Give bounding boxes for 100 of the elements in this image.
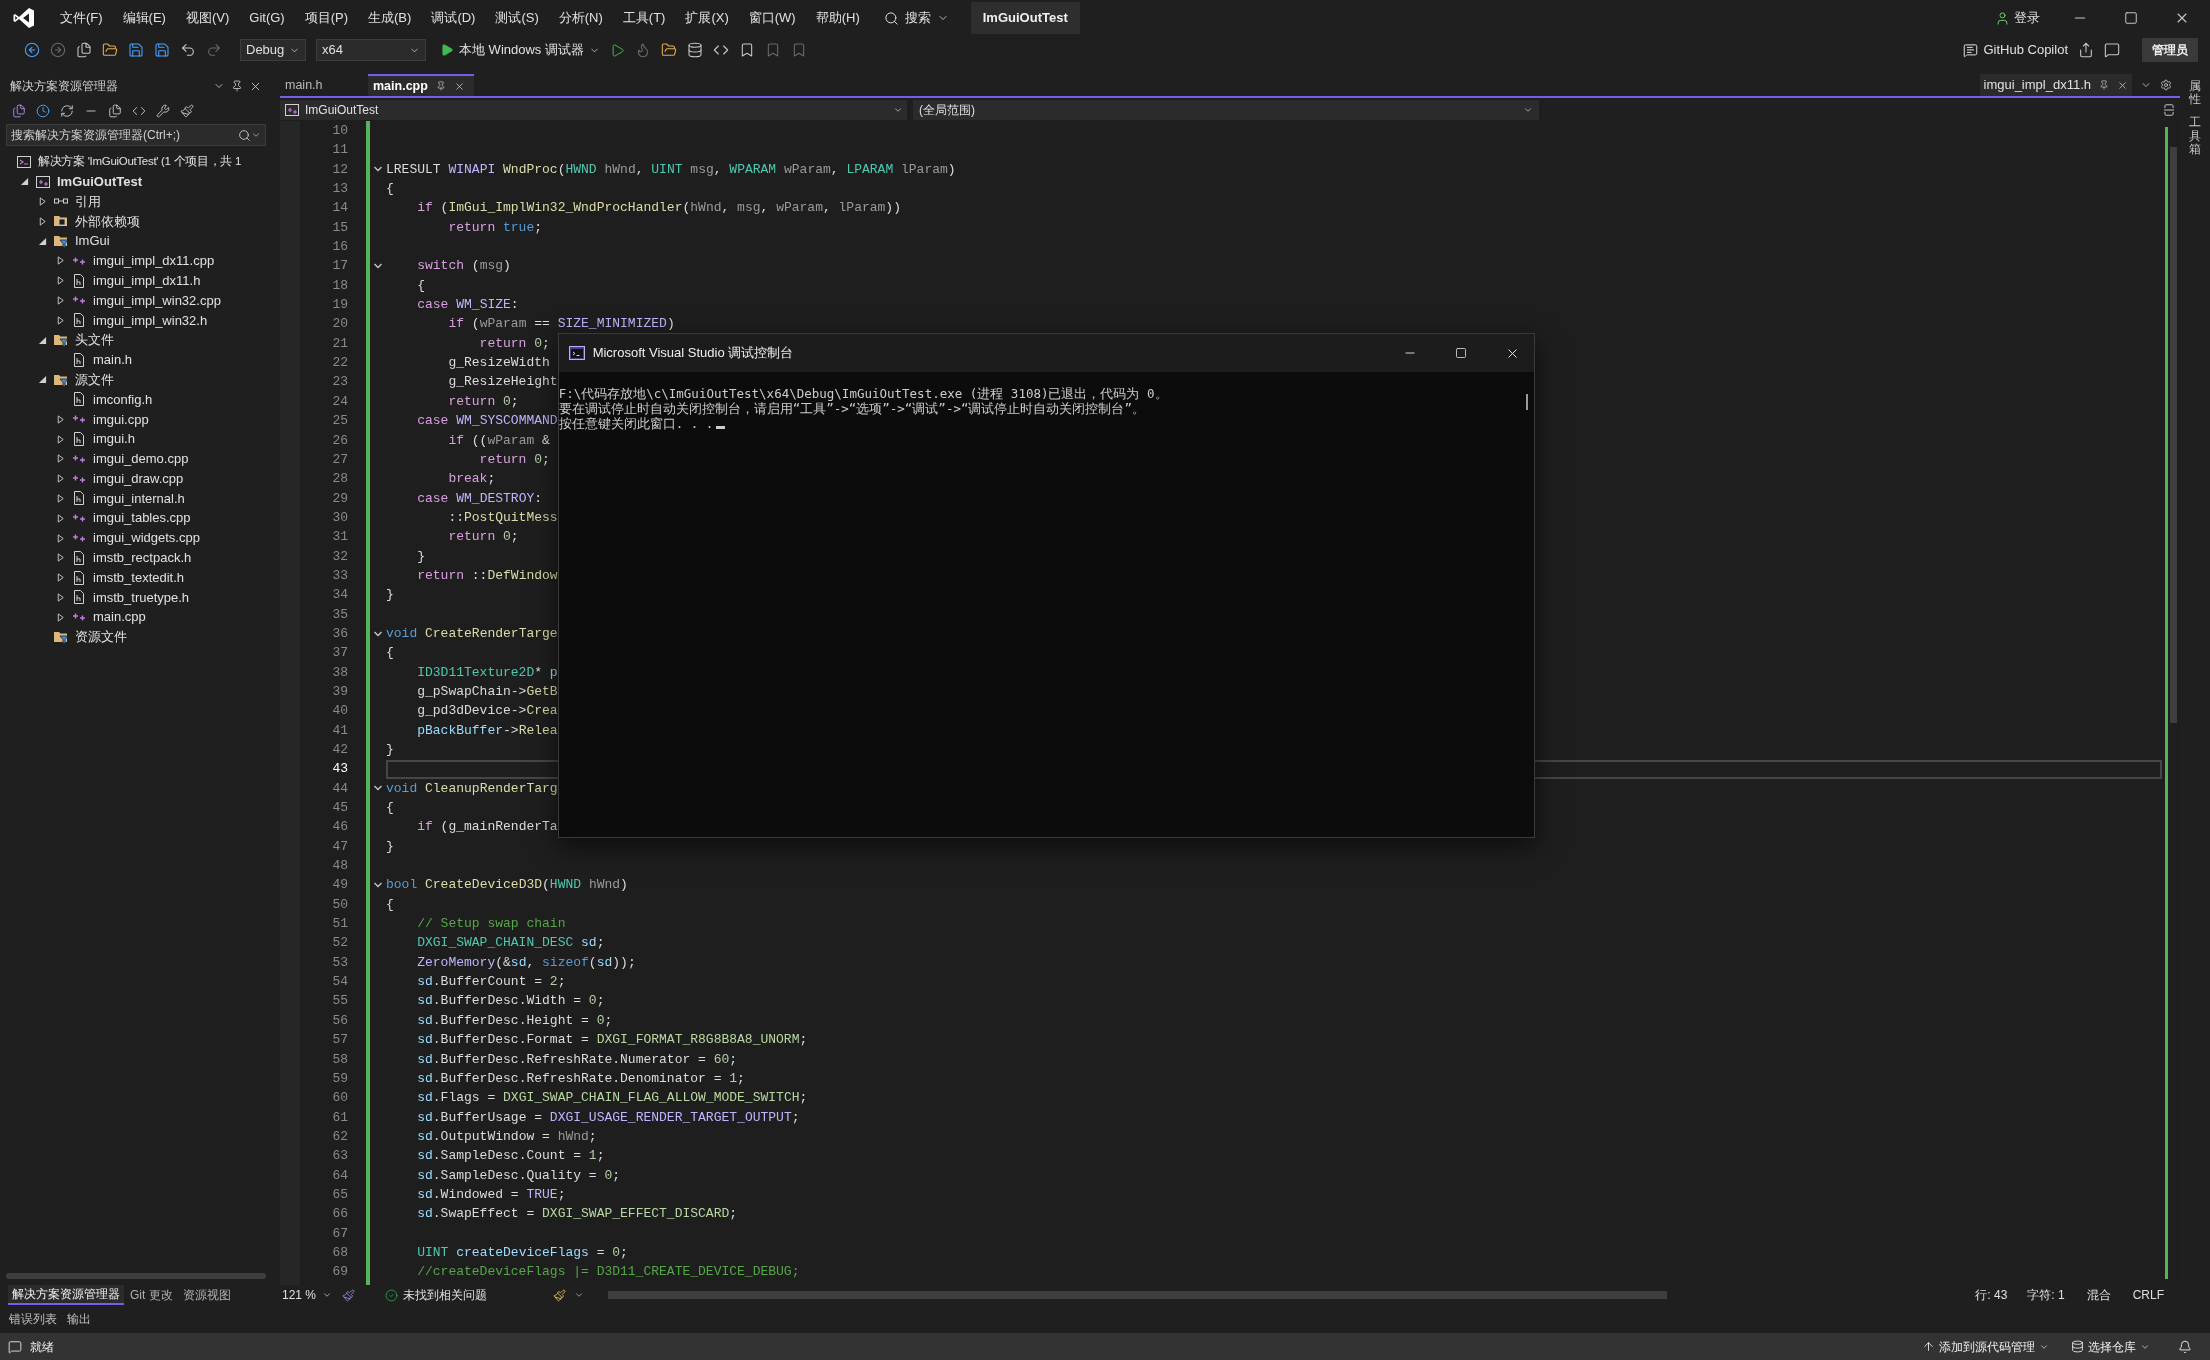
menu-item[interactable]: 测试(S) (487, 4, 547, 32)
collapsed-arrow-icon[interactable] (55, 276, 65, 286)
tree-item[interactable]: ImGuiOutTest (57, 171, 142, 192)
properties-icon[interactable] (156, 104, 170, 118)
menu-item[interactable]: 项目(P) (296, 4, 357, 32)
panel-tab[interactable]: 输出 (64, 1310, 94, 1328)
tree-item[interactable]: 外部依赖项 (75, 211, 140, 232)
code-icon[interactable] (132, 104, 146, 118)
issues-indicator[interactable]: 未找到相关问题 (385, 1286, 545, 1304)
open-folder-icon[interactable] (102, 42, 118, 58)
line-ending-indicator[interactable]: CRLF (2132, 1286, 2164, 1304)
collapsed-arrow-icon[interactable] (55, 612, 65, 622)
run-icon[interactable] (609, 42, 625, 58)
collapsed-arrow-icon[interactable] (55, 553, 65, 563)
collapsed-arrow-icon[interactable] (55, 573, 65, 583)
brush-icon[interactable] (342, 1288, 355, 1302)
admin-button[interactable]: 管理员 (2142, 38, 2198, 62)
expanded-arrow-icon[interactable] (37, 375, 47, 385)
platform-dropdown[interactable]: x64 (316, 39, 426, 61)
folder-icon[interactable] (660, 42, 677, 58)
tree-item[interactable]: imstb_truetype.h (93, 587, 190, 608)
notifications-icon[interactable] (2178, 1339, 2192, 1354)
side-tab[interactable]: 属性 (2189, 80, 2201, 107)
collapsed-arrow-icon[interactable] (55, 474, 65, 484)
tree-item[interactable]: 头文件 (75, 330, 114, 350)
caret-icon[interactable] (574, 1290, 584, 1300)
save-all-icon[interactable] (154, 42, 170, 58)
search-field[interactable]: 搜索解决方案资源管理器(Ctrl+;) (6, 124, 266, 146)
code-icon[interactable] (712, 42, 729, 58)
editor-tab[interactable]: main.cpp (368, 74, 474, 96)
panel-tab[interactable]: 错误列表 (6, 1310, 60, 1328)
character-indicator[interactable]: 字符: 1 (2027, 1286, 2065, 1304)
sign-in-button[interactable]: 登录 (1995, 8, 2040, 28)
code-cleanup-icon[interactable] (553, 1288, 566, 1302)
maximize-icon[interactable] (1454, 347, 1467, 359)
collapsed-arrow-icon[interactable] (37, 197, 47, 206)
tree-item[interactable]: imgui_impl_dx11.cpp (93, 251, 215, 271)
indent-indicator[interactable]: 混合 (2086, 1286, 2111, 1304)
save-icon[interactable] (128, 42, 144, 58)
tree-item[interactable]: imgui_impl_dx11.h (93, 270, 201, 291)
tree-item[interactable]: imgui_widgets.cpp (93, 528, 200, 548)
start-debugging-button[interactable]: 本地 Windows 调试器 (440, 40, 600, 60)
menu-item[interactable]: 视图(V) (177, 4, 238, 32)
collapsed-arrow-icon[interactable] (55, 295, 65, 305)
collapsed-arrow-icon[interactable] (55, 256, 65, 266)
menu-item[interactable]: 文件(F) (52, 4, 111, 32)
settings-icon[interactable] (2160, 79, 2172, 91)
collapsed-arrow-icon[interactable] (55, 493, 65, 503)
copilot-button[interactable]: GitHub Copilot (1963, 40, 2068, 60)
tree-item[interactable]: imconfig.h (93, 389, 153, 410)
line-indicator[interactable]: 行: 43 (1975, 1286, 2008, 1304)
share-icon[interactable] (2078, 42, 2094, 58)
forward-icon[interactable] (50, 42, 66, 58)
tree-item[interactable]: imgui_internal.h (93, 488, 185, 509)
side-tab[interactable]: 工具箱 (2189, 116, 2201, 156)
back-icon[interactable] (24, 42, 40, 58)
configuration-dropdown[interactable]: Debug (240, 39, 306, 61)
expanded-arrow-icon[interactable] (19, 177, 29, 187)
feedback-icon[interactable] (2104, 42, 2120, 58)
tree-item[interactable]: imgui_demo.cpp (93, 449, 189, 469)
tree-item[interactable]: 资源文件 (75, 627, 127, 647)
editor-tab[interactable]: main.h (280, 74, 368, 96)
tree-item[interactable]: main.cpp (93, 607, 146, 627)
menu-item[interactable]: 扩展(X) (677, 4, 737, 32)
menu-item[interactable]: 分析(N) (550, 4, 611, 32)
undo-icon[interactable] (180, 42, 196, 58)
menu-item[interactable]: Git(G) (241, 4, 293, 32)
source-control-button[interactable]: 添加到源代码管理 (1922, 1337, 2049, 1356)
preview-tab[interactable]: imgui_impl_dx11.h (1979, 74, 2132, 96)
scope-dropdown[interactable]: (全局范围) (913, 100, 1539, 120)
panel-tab[interactable]: 资源视图 (178, 1285, 235, 1305)
menu-item[interactable]: 调试(D) (423, 4, 484, 32)
collapsed-arrow-icon[interactable] (55, 533, 65, 543)
collapsed-arrow-icon[interactable] (55, 434, 65, 444)
redo-icon[interactable] (206, 42, 222, 58)
expanded-arrow-icon[interactable] (37, 335, 47, 345)
menu-item[interactable]: 编辑(E) (114, 4, 174, 32)
expanded-arrow-icon[interactable] (37, 236, 47, 246)
tree-item[interactable]: imgui_impl_win32.h (93, 310, 208, 330)
repository-button[interactable]: 选择仓库 (2071, 1337, 2150, 1356)
tree-item[interactable]: imgui_tables.cpp (93, 508, 191, 528)
search-button[interactable]: 搜索 (875, 4, 957, 32)
tree-item[interactable]: imgui_impl_win32.cpp (93, 290, 221, 311)
sync-icon[interactable] (60, 104, 74, 118)
collapsed-arrow-icon[interactable] (37, 216, 47, 226)
collapsed-arrow-icon[interactable] (55, 315, 65, 325)
tree-item[interactable]: imgui.cpp (93, 409, 149, 429)
collapsed-arrow-icon[interactable] (55, 592, 65, 602)
panel-tab[interactable]: 解决方案资源管理器 (8, 1285, 124, 1305)
tree-item[interactable]: imstb_rectpack.h (93, 548, 192, 568)
tree-item[interactable]: imgui_draw.cpp (93, 468, 184, 489)
tree-item[interactable]: ImGui (75, 231, 110, 251)
tree-item[interactable]: imgui.h (93, 429, 135, 449)
panel-tab[interactable]: Git 更改 (126, 1285, 177, 1305)
split-icon[interactable] (2162, 103, 2176, 117)
menu-item[interactable]: 帮助(H) (807, 4, 868, 32)
zoom-dropdown[interactable]: 121 % (280, 1286, 334, 1304)
menu-item[interactable]: 生成(B) (360, 4, 420, 32)
tree-item[interactable]: main.h (93, 350, 133, 370)
tree-item[interactable]: 源文件 (75, 369, 114, 390)
